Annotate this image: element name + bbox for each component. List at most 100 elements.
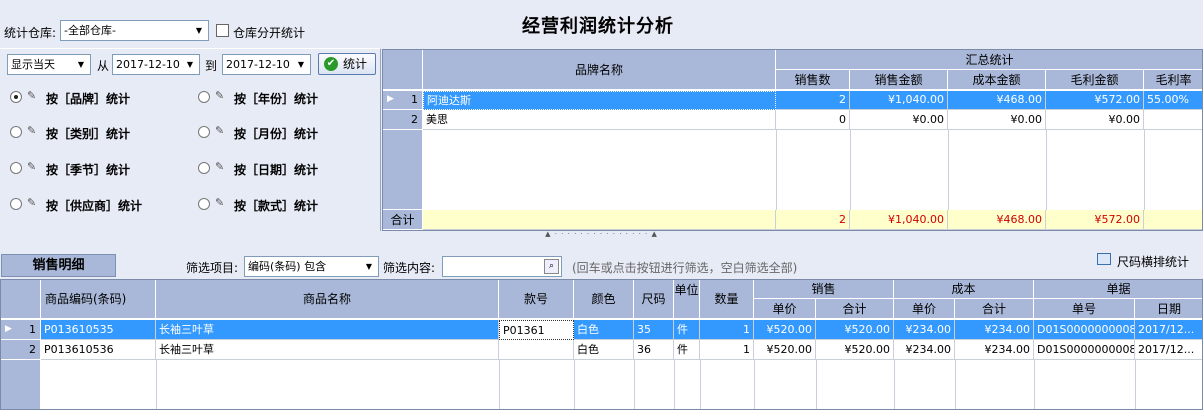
col-header-sales-total[interactable]: 合计 — [816, 299, 894, 319]
table-cell-rate[interactable] — [1144, 110, 1202, 130]
table-cell-sales[interactable]: ¥0.00 — [850, 110, 948, 130]
radio-style[interactable] — [198, 198, 210, 210]
to-date-picker[interactable]: 2017-12-10 ▼ — [222, 54, 311, 75]
row-indicator[interactable]: ▶ 1 — [1, 320, 41, 340]
row-number: 2 — [29, 343, 36, 356]
radio-date[interactable] — [198, 162, 210, 174]
from-date-picker[interactable]: 2017-12-10 ▼ — [112, 54, 200, 75]
detail-grid[interactable]: 商品编码(条码) 商品名称 款号 颜色 尺码 单位 数量 销售 单价 合计 成本… — [0, 279, 1203, 410]
table-cell-cost-total[interactable]: ¥234.00 — [955, 340, 1034, 360]
radio-brand[interactable] — [10, 91, 22, 103]
table-cell-date[interactable]: 2017/12... — [1135, 320, 1202, 340]
table-cell-cost[interactable]: ¥0.00 — [948, 110, 1046, 130]
table-cell-profit[interactable]: ¥0.00 — [1046, 110, 1144, 130]
grid-corner — [1, 280, 41, 319]
panel-splitter-handle[interactable]: ▲ · · · · · · · · · · · · · · · ▲ — [544, 231, 659, 238]
tab-sales-detail[interactable]: 销售明细 — [1, 254, 116, 277]
col-header-cost[interactable]: 成本金额 — [948, 70, 1046, 90]
filter-hint: (回车或点击按钮进行筛选，空白筛选全部) — [572, 261, 798, 275]
stat-button[interactable]: ✔ 统计 — [318, 53, 376, 75]
col-header-style[interactable]: 款号 — [499, 280, 574, 319]
col-header-sales[interactable]: 销售金额 — [850, 70, 948, 90]
table-cell-cost-price[interactable]: ¥234.00 — [894, 340, 955, 360]
from-label: 从 — [97, 59, 110, 73]
table-cell-name[interactable]: 长袖三叶草 — [156, 320, 499, 340]
table-cell-brand[interactable]: 阿迪达斯 — [423, 91, 776, 110]
col-header-date[interactable]: 日期 — [1135, 299, 1202, 319]
table-cell-sales-price[interactable]: ¥520.00 — [754, 340, 816, 360]
table-icon[interactable] — [1097, 253, 1111, 265]
radio-season[interactable] — [10, 162, 22, 174]
row-indicator[interactable]: 2 — [1, 340, 41, 360]
table-cell-style[interactable] — [499, 340, 574, 360]
col-header-rate[interactable]: 毛利率 — [1144, 70, 1202, 90]
table-cell-unit[interactable]: 件 — [674, 320, 700, 340]
radio-year[interactable] — [198, 91, 210, 103]
table-cell-size[interactable]: 35 — [634, 320, 674, 340]
table-cell-unit[interactable]: 件 — [674, 340, 700, 360]
radio-season-label: 按［季节］统计 — [46, 163, 131, 177]
col-header-color[interactable]: 颜色 — [574, 280, 634, 319]
col-header-qty[interactable]: 销售数 — [776, 70, 850, 90]
radio-month[interactable] — [198, 126, 210, 138]
col-header-size[interactable]: 尺码 — [634, 280, 674, 319]
table-cell-sales-total[interactable]: ¥520.00 — [816, 320, 894, 340]
table-cell-size[interactable]: 36 — [634, 340, 674, 360]
table-cell-cost-price[interactable]: ¥234.00 — [894, 320, 955, 340]
summary-grid[interactable]: 品牌名称 汇总统计 销售数 销售金额 成本金额 毛利金额 毛利率 ▶ 1 阿迪达… — [382, 49, 1203, 231]
col-header-qty[interactable]: 数量 — [700, 280, 754, 319]
table-cell-code[interactable]: P013610535 — [41, 320, 156, 340]
table-cell-qty[interactable]: 1 — [700, 320, 754, 340]
filter-content-input[interactable]: ⌕ — [442, 256, 562, 277]
table-cell-sales-total[interactable]: ¥520.00 — [816, 340, 894, 360]
table-cell-code[interactable]: P013610536 — [41, 340, 156, 360]
table-cell-sales-price[interactable]: ¥520.00 — [754, 320, 816, 340]
table-cell-style[interactable]: P01361 — [499, 320, 574, 340]
row-indicator[interactable]: 2 — [383, 110, 423, 130]
table-cell-color[interactable]: 白色 — [574, 340, 634, 360]
table-cell-sales[interactable]: ¥1,040.00 — [850, 91, 948, 110]
radio-category[interactable] — [10, 126, 22, 138]
pin-icon: ✎ — [215, 196, 225, 209]
table-cell-qty[interactable]: 1 — [700, 340, 754, 360]
warehouse-select[interactable]: -全部仓库- ▼ — [60, 20, 209, 41]
table-cell-brand[interactable]: 美思 — [423, 110, 776, 130]
radio-category-label: 按［类别］统计 — [46, 127, 131, 141]
pin-icon: ✎ — [27, 160, 37, 173]
radio-supplier[interactable] — [10, 198, 22, 210]
total-cell-profit: ¥572.00 — [1046, 210, 1144, 230]
table-cell-qty[interactable]: 2 — [776, 91, 850, 110]
col-header-name[interactable]: 商品名称 — [156, 280, 499, 319]
col-header-brand[interactable]: 品牌名称 — [423, 50, 776, 90]
table-cell-cost-total[interactable]: ¥234.00 — [955, 320, 1034, 340]
separate-warehouse-checkbox[interactable] — [216, 24, 229, 37]
filter-item-select[interactable]: 编码(条码) 包含 ▼ — [244, 256, 379, 277]
size-horizontal-stats-link[interactable]: 尺码横排统计 — [1117, 253, 1189, 270]
radio-brand-label: 按［品牌］统计 — [46, 92, 131, 106]
table-cell-name[interactable]: 长袖三叶草 — [156, 340, 499, 360]
col-group-sales: 销售 — [754, 280, 894, 299]
column-divider — [674, 360, 675, 409]
table-cell-color[interactable]: 白色 — [574, 320, 634, 340]
pin-icon: ✎ — [215, 89, 225, 102]
col-header-cost-total[interactable]: 合计 — [955, 299, 1034, 319]
col-header-doc-no[interactable]: 单号 — [1034, 299, 1135, 319]
col-header-sales-price[interactable]: 单价 — [754, 299, 816, 319]
col-header-cost-price[interactable]: 单价 — [894, 299, 955, 319]
table-cell-doc-no[interactable]: D01S00000000087 — [1034, 320, 1135, 340]
period-select[interactable]: 显示当天 ▼ — [7, 54, 91, 75]
col-header-code[interactable]: 商品编码(条码) — [41, 280, 156, 319]
row-indicator[interactable]: ▶ 1 — [383, 91, 423, 110]
table-cell-doc-no[interactable]: D01S00000000088 — [1034, 340, 1135, 360]
col-header-profit[interactable]: 毛利金额 — [1046, 70, 1144, 90]
table-cell-qty[interactable]: 0 — [776, 110, 850, 130]
col-header-unit[interactable]: 单位 — [674, 280, 700, 319]
filter-search-icon[interactable]: ⌕ — [544, 259, 559, 274]
column-divider — [754, 360, 755, 409]
table-cell-cost[interactable]: ¥468.00 — [948, 91, 1046, 110]
to-label: 到 — [205, 59, 218, 73]
stat-button-label: 统计 — [343, 57, 368, 71]
table-cell-rate[interactable]: 55.00% — [1144, 91, 1202, 110]
table-cell-date[interactable]: 2017/12... — [1135, 340, 1202, 360]
table-cell-profit[interactable]: ¥572.00 — [1046, 91, 1144, 110]
